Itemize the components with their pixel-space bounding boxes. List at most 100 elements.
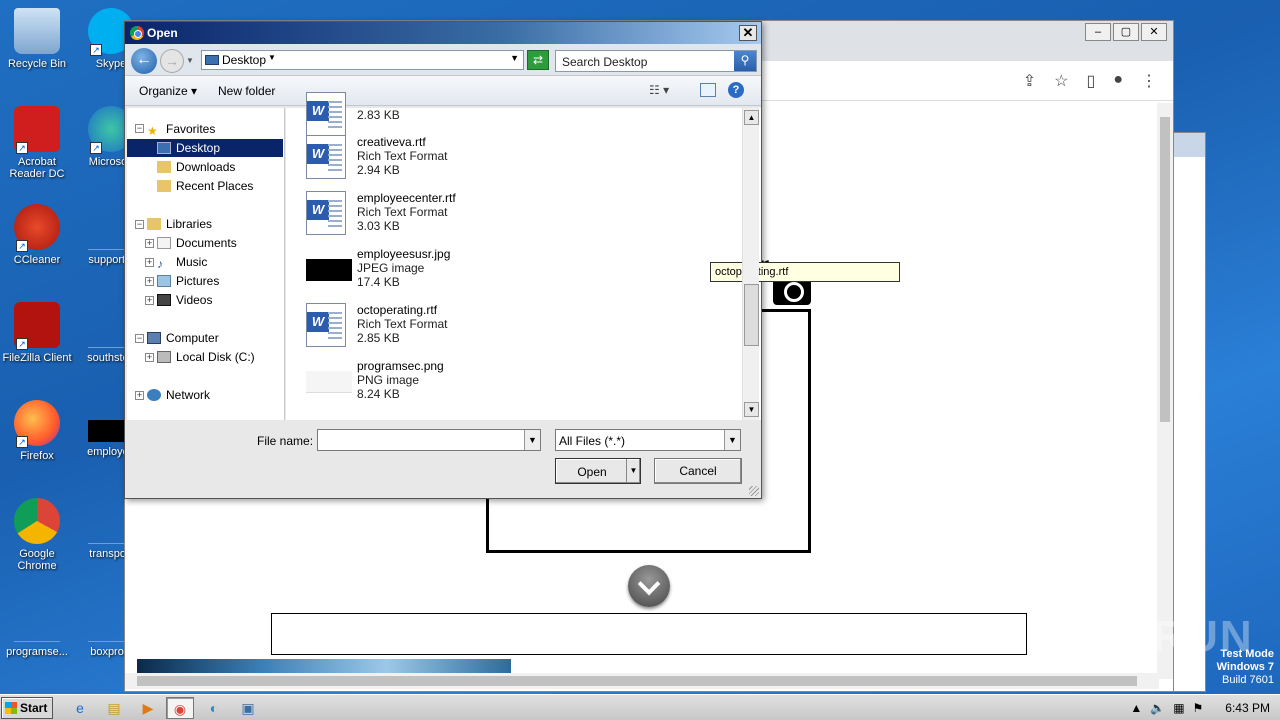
minimize-icon[interactable]: – <box>1085 23 1111 41</box>
expand-local-disk-icon[interactable]: + <box>145 353 154 362</box>
page-scrollbar[interactable] <box>1157 103 1173 679</box>
page-horizontal-scrollbar[interactable] <box>125 673 1159 689</box>
nav-computer[interactable]: Computer <box>147 329 219 347</box>
preview-pane-icon[interactable] <box>700 83 716 97</box>
resize-grip-icon[interactable] <box>749 486 759 496</box>
file-name: employeesusr.jpg <box>357 247 451 261</box>
file-type-select[interactable]: All Files (*.*) ▼ <box>555 429 741 451</box>
file-name-input[interactable]: ▼ <box>317 429 541 451</box>
documents-icon <box>157 237 171 249</box>
scrollbar-thumb[interactable] <box>1160 117 1170 422</box>
clock[interactable]: 6:43 PM <box>1225 701 1270 715</box>
organize-label: Organize <box>139 84 188 98</box>
scroll-down-icon[interactable]: ▼ <box>744 402 759 417</box>
change-view-icon[interactable]: ☷ ▾ <box>649 83 669 97</box>
recent-locations-dropdown[interactable]: ▼ <box>186 56 194 65</box>
scrollbar-thumb[interactable] <box>137 676 1137 686</box>
refresh-icon[interactable]: ⇄ <box>527 50 549 70</box>
filezilla-icon: ↗ <box>14 302 60 350</box>
edge-taskbar-icon[interactable]: ◐ <box>200 697 228 719</box>
back-arrow-icon[interactable]: ← <box>131 48 157 74</box>
network-tray-icon[interactable]: ▦ <box>1173 701 1184 715</box>
new-folder-button[interactable]: New folder <box>218 84 275 98</box>
nav-pictures[interactable]: Pictures <box>157 272 219 290</box>
forward-arrow-icon[interactable]: → <box>160 49 184 73</box>
open-button-label: Open <box>577 465 607 479</box>
start-button[interactable]: Start <box>1 697 53 719</box>
collapse-favorites-icon[interactable]: − <box>135 124 144 133</box>
file-size: 2.83 KB <box>357 108 400 122</box>
address-bar[interactable]: Desktop ▼ ▼ <box>201 50 524 70</box>
media-player-icon[interactable]: ▶ <box>134 697 162 719</box>
nav-label: Computer <box>166 331 219 345</box>
collapse-libraries-icon[interactable]: − <box>135 220 144 229</box>
collapse-computer-icon[interactable]: − <box>135 334 144 343</box>
cancel-button[interactable]: Cancel <box>654 458 742 484</box>
nav-label: Recent Places <box>176 179 254 193</box>
desktop-icon-ccleaner[interactable]: ↗ CCleaner <box>2 204 72 266</box>
nav-desktop[interactable]: Desktop <box>127 139 283 157</box>
file-name-dropdown-icon[interactable]: ▼ <box>524 430 540 450</box>
volume-icon[interactable]: 🔈 <box>1150 701 1165 715</box>
organize-button[interactable]: Organize ▾ <box>139 84 197 98</box>
file-size: 2.85 KB <box>357 331 400 345</box>
nav-label: Videos <box>176 293 213 307</box>
command-bar: Organize ▾ New folder ☷ ▾ ? <box>125 76 761 106</box>
desktop-folder-icon <box>205 55 219 65</box>
file-name: programsec.png <box>357 359 444 373</box>
nav-label: Pictures <box>176 274 220 288</box>
tray-expand-icon[interactable]: ▲ <box>1130 701 1142 715</box>
chrome-taskbar-icon[interactable]: ◉ <box>166 697 194 719</box>
nav-recent-places[interactable]: Recent Places <box>157 177 253 195</box>
page-input-box[interactable] <box>271 613 1027 655</box>
internet-explorer-icon[interactable]: e <box>66 697 94 719</box>
expand-music-icon[interactable]: + <box>145 258 154 267</box>
bookmark-star-icon[interactable]: ☆ <box>1054 71 1068 91</box>
nav-network[interactable]: Network <box>147 386 210 404</box>
address-location[interactable]: Desktop <box>222 53 266 67</box>
nav-local-disk[interactable]: Local Disk (C:) <box>157 348 255 366</box>
expand-documents-icon[interactable]: + <box>145 239 154 248</box>
file-explorer-icon[interactable]: ▤ <box>100 697 128 719</box>
help-icon[interactable]: ? <box>728 82 744 98</box>
scroll-down-button[interactable] <box>628 565 670 607</box>
nav-label: Local Disk (C:) <box>176 350 255 364</box>
search-icon[interactable]: ⚲ <box>734 51 756 71</box>
desktop-icon-label: Recycle Bin <box>7 58 67 70</box>
nav-libraries[interactable]: Libraries <box>147 215 212 233</box>
file-tooltip: octoperating.rtf <box>710 262 900 282</box>
maximize-icon[interactable]: ▢ <box>1113 23 1139 41</box>
menu-kebab-icon[interactable]: ⋮ <box>1141 71 1157 91</box>
file-type-dropdown-icon[interactable]: ▼ <box>724 430 740 450</box>
expand-videos-icon[interactable]: + <box>145 296 154 305</box>
close-icon[interactable]: ✕ <box>1141 23 1167 41</box>
open-dialog-taskbar-icon[interactable]: ▣ <box>234 697 262 719</box>
scroll-up-icon[interactable]: ▲ <box>744 110 759 125</box>
profile-icon[interactable]: ● <box>1113 71 1123 91</box>
nav-videos[interactable]: Videos <box>157 291 212 309</box>
desktop-icon-recycle-bin[interactable]: Recycle Bin <box>2 8 72 70</box>
desktop-icon-filezilla[interactable]: ↗ FileZilla Client <box>2 302 72 364</box>
action-center-icon[interactable]: ⚑ <box>1193 701 1204 715</box>
share-icon[interactable]: ⇪ <box>1023 71 1036 91</box>
nav-documents[interactable]: Documents <box>157 234 237 252</box>
open-button[interactable]: Open ▼ <box>555 458 641 484</box>
desktop-icon-chrome[interactable]: Google Chrome <box>2 498 72 572</box>
address-dropdown-icon[interactable]: ▼ <box>510 53 519 63</box>
nav-downloads[interactable]: Downloads <box>157 158 235 176</box>
desktop-icon-acrobat[interactable]: ↗ Acrobat Reader DC <box>2 106 72 180</box>
desktop-icon-programse[interactable]: programse... <box>2 596 72 658</box>
close-button[interactable]: ✕ <box>739 25 757 41</box>
open-options-dropdown-icon[interactable]: ▼ <box>626 459 640 483</box>
breadcrumb-chevron-icon[interactable]: ▼ <box>268 53 276 62</box>
file-list-scrollbar[interactable]: ▲ ▼ <box>742 108 759 420</box>
desktop-icon-label: FileZilla Client <box>2 352 72 364</box>
scrollbar-thumb[interactable] <box>744 284 759 346</box>
nav-favorites[interactable]: ★ Favorites <box>147 120 215 138</box>
search-input[interactable]: Search Desktop ⚲ <box>555 50 757 72</box>
desktop-icon-firefox[interactable]: ↗ Firefox <box>2 400 72 462</box>
side-panel-icon[interactable]: ▯ <box>1087 71 1096 91</box>
expand-network-icon[interactable]: + <box>135 391 144 400</box>
nav-music[interactable]: ♪ Music <box>157 253 207 271</box>
expand-pictures-icon[interactable]: + <box>145 277 154 286</box>
